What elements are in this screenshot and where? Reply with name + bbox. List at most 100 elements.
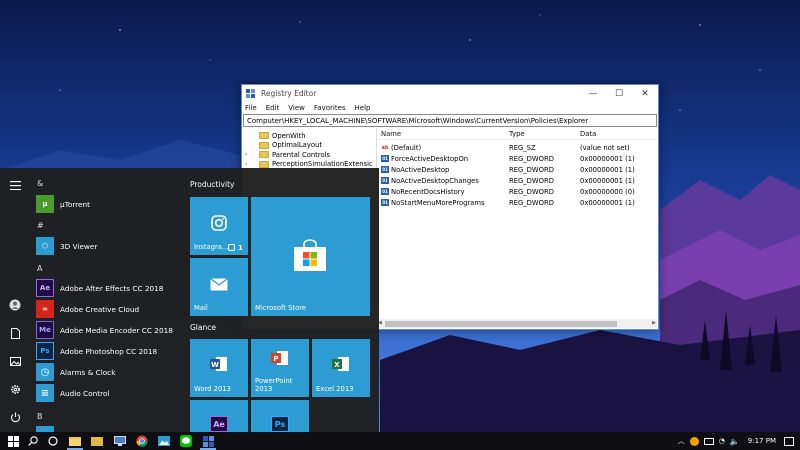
- volume-icon[interactable]: 🔈: [730, 437, 740, 446]
- value-row[interactable]: 01 ForceActiveDesktopOn REG_DWORD 0x00000…: [377, 153, 657, 164]
- value-data: (value not set): [580, 143, 630, 152]
- tile-excel-2013[interactable]: X Excel 2013: [312, 339, 370, 397]
- app-item-creative-cloud[interactable]: ∞ Adobe Creative Cloud: [36, 299, 139, 319]
- value-data: 0x00000001 (1): [580, 165, 635, 174]
- pictures-icon[interactable]: [6, 352, 24, 370]
- section-letter[interactable]: #: [37, 221, 44, 230]
- scroll-right-icon[interactable]: ▶: [652, 320, 656, 326]
- regedit-icon[interactable]: [201, 434, 215, 448]
- value-row[interactable]: ab (Default) REG_SZ (value not set): [377, 142, 657, 153]
- hamburger-menu-icon[interactable]: [6, 176, 24, 194]
- task-view-icon[interactable]: [46, 434, 60, 448]
- clock-time[interactable]: 9:17 PM: [748, 437, 776, 445]
- scroll-thumb[interactable]: [385, 320, 617, 327]
- address-bar[interactable]: Computer\HKEY_LOCAL_MACHINE\SOFTWARE\Mic…: [243, 114, 657, 127]
- app-item-utorrent[interactable]: µ µTorrent: [36, 194, 90, 214]
- file-explorer-icon[interactable]: [68, 434, 82, 448]
- horizontal-scrollbar[interactable]: ◀ ▶: [377, 319, 657, 328]
- battery-icon[interactable]: [703, 437, 714, 445]
- chevron-up-icon[interactable]: ︿: [678, 436, 685, 446]
- excel-icon: X: [332, 355, 350, 373]
- audio-control-icon: ≡: [36, 384, 54, 402]
- chrome-icon[interactable]: [135, 434, 149, 448]
- window-title: Registry Editor: [261, 89, 317, 98]
- action-center-icon[interactable]: [784, 436, 794, 446]
- minimize-icon[interactable]: —: [580, 85, 606, 102]
- tile-photoshop[interactable]: Ps: [251, 400, 309, 432]
- values-header: Name Type Data: [377, 128, 657, 140]
- tree-node[interactable]: OptimalLayout: [243, 141, 376, 151]
- value-row[interactable]: 01 NoActiveDesktop REG_DWORD 0x00000001 (…: [377, 164, 657, 175]
- column-type[interactable]: Type: [509, 130, 580, 138]
- value-name: NoStartMenuMorePrograms: [391, 198, 485, 207]
- photos-icon[interactable]: [157, 434, 171, 448]
- tree-node-label: OptimalLayout: [272, 141, 322, 150]
- tile-after-effects[interactable]: Ae: [190, 400, 248, 432]
- app-label: Adobe Photoshop CC 2018: [60, 346, 158, 356]
- maximize-icon[interactable]: ☐: [606, 85, 632, 102]
- line-icon[interactable]: [179, 434, 193, 448]
- file-explorer-folder-icon[interactable]: [90, 434, 104, 448]
- documents-icon[interactable]: [6, 324, 24, 342]
- app-item-3d-viewer[interactable]: ⬡ 3D Viewer: [36, 236, 97, 256]
- settings-gear-icon[interactable]: [6, 380, 24, 398]
- app-label: 3D Viewer: [60, 241, 98, 251]
- app-item-media-encoder[interactable]: Me Adobe Media Encoder CC 2018: [36, 320, 173, 340]
- value-data: 0x00000001 (1): [580, 176, 635, 185]
- menu-file[interactable]: File: [245, 104, 257, 112]
- computer-icon[interactable]: [113, 434, 127, 448]
- windows-start-icon[interactable]: [6, 434, 20, 448]
- tray-app-icon[interactable]: [689, 436, 699, 446]
- app-item-alarms-clock[interactable]: ◷ Alarms & Clock: [36, 362, 115, 382]
- value-row[interactable]: 01 NoStartMenuMorePrograms REG_DWORD 0x00…: [377, 197, 657, 208]
- menu-view[interactable]: View: [288, 104, 305, 112]
- tile-label: Word 2013: [194, 385, 231, 393]
- value-name: NoActiveDesktop: [391, 165, 450, 174]
- network-icon[interactable]: ◔: [719, 437, 725, 445]
- photoshop-icon: Ps: [36, 342, 54, 360]
- chevron-right-icon[interactable]: ›: [243, 151, 251, 158]
- app-list[interactable]: & µ µTorrent # ⬡ 3D Viewer A Ae Adobe Af…: [30, 168, 180, 432]
- menu-help[interactable]: Help: [355, 104, 371, 112]
- menu-favorites[interactable]: Favorites: [314, 104, 346, 112]
- app-item-after-effects[interactable]: Ae Adobe After Effects CC 2018: [36, 278, 163, 298]
- app-item-photoshop[interactable]: Ps Adobe Photoshop CC 2018: [36, 341, 157, 361]
- tile-mail[interactable]: Mail: [190, 258, 248, 316]
- app-label: Adobe After Effects CC 2018: [60, 283, 164, 293]
- tile-instagram[interactable]: Instagra... 1: [190, 197, 248, 255]
- column-data[interactable]: Data: [580, 130, 657, 138]
- app-item-audio-control[interactable]: ≡ Audio Control: [36, 383, 109, 403]
- regedit-app-icon: [246, 88, 255, 98]
- tree-node[interactable]: OpenWith: [243, 131, 376, 141]
- tile-label: Mail: [194, 304, 208, 312]
- tile-microsoft-store[interactable]: Microsoft Store: [251, 197, 370, 316]
- power-icon[interactable]: [6, 408, 24, 426]
- start-menu: & µ µTorrent # ⬡ 3D Viewer A Ae Adobe Af…: [0, 168, 379, 432]
- group-glance[interactable]: Glance: [190, 323, 216, 332]
- column-name[interactable]: Name: [377, 130, 509, 138]
- tile-word-2013[interactable]: W Word 2013: [190, 339, 248, 397]
- section-letter[interactable]: &: [37, 179, 43, 188]
- value-name: (Default): [391, 143, 422, 152]
- svg-text:X: X: [334, 361, 340, 369]
- group-productivity[interactable]: Productivity: [190, 180, 234, 189]
- section-letter[interactable]: B: [37, 412, 43, 421]
- user-account-icon[interactable]: [6, 296, 24, 314]
- value-type: REG_SZ: [509, 143, 536, 152]
- chevron-right-icon[interactable]: ›: [243, 161, 251, 168]
- system-tray: ︿ ◔ 🔈 9:17 PM: [678, 432, 800, 450]
- string-value-icon: ab: [381, 144, 389, 151]
- tile-powerpoint-2013[interactable]: P PowerPoint 2013: [251, 339, 309, 397]
- close-icon[interactable]: ✕: [632, 85, 658, 102]
- powerpoint-icon: P: [271, 349, 289, 367]
- tree-node[interactable]: › Parental Controls: [243, 150, 376, 160]
- search-icon[interactable]: [26, 434, 40, 448]
- value-row[interactable]: 01 NoActiveDesktopChanges REG_DWORD 0x000…: [377, 175, 657, 186]
- menu-edit[interactable]: Edit: [266, 104, 280, 112]
- section-letter[interactable]: A: [37, 264, 42, 273]
- values-list[interactable]: Name Type Data ab (Default) REG_SZ (value…: [377, 128, 657, 328]
- folder-icon: [259, 141, 269, 149]
- app-label: Adobe Media Encoder CC 2018: [60, 325, 173, 335]
- value-row[interactable]: 01 NoRecentDocsHistory REG_DWORD 0x000000…: [377, 186, 657, 197]
- title-bar[interactable]: Registry Editor — ☐ ✕: [242, 85, 658, 102]
